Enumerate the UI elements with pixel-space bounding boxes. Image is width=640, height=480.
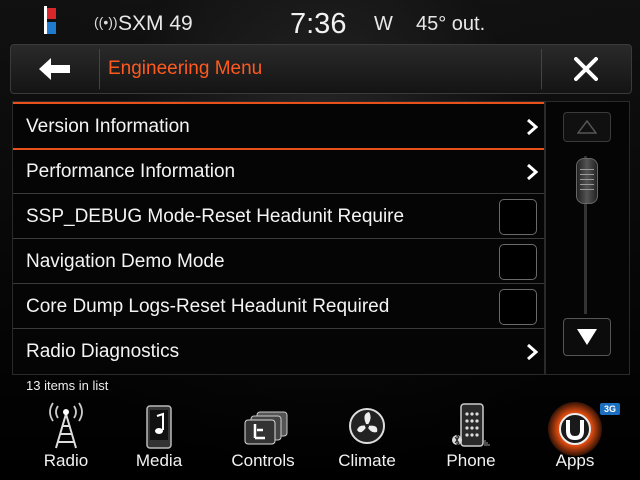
list-item-core-dump-logs[interactable]: Core Dump Logs-Reset Headunit Required	[13, 284, 544, 329]
close-button[interactable]	[542, 45, 631, 93]
dock-controls[interactable]: Controls	[215, 396, 311, 480]
climate-fan-icon	[349, 408, 385, 444]
scroll-down-button[interactable]	[563, 318, 611, 356]
list-item-ssp-debug-mode[interactable]: SSP_DEBUG Mode-Reset Headunit Require	[13, 194, 544, 239]
radio-tower-icon	[49, 402, 83, 449]
flag-icon	[44, 6, 56, 34]
list-item-navigation-demo-mode[interactable]: Navigation Demo Mode	[13, 239, 544, 284]
bottom-dock: Radio Media Controls Climate Phone Apps	[0, 396, 640, 480]
apps-3g-badge: 3G	[600, 403, 620, 415]
phone-keypad-icon	[452, 403, 490, 447]
dock-label: Climate	[338, 451, 396, 470]
dock-media[interactable]: Media	[111, 396, 207, 480]
ssp-debug-checkbox[interactable]	[499, 199, 537, 235]
close-icon	[574, 57, 598, 81]
list-item-performance-information[interactable]: Performance Information	[13, 149, 544, 194]
title-bar: Engineering Menu	[10, 44, 632, 94]
dock-climate[interactable]: Climate	[319, 396, 415, 480]
dock-phone[interactable]: Phone	[423, 396, 519, 480]
navigation-demo-checkbox[interactable]	[499, 244, 537, 280]
scroll-up-button[interactable]	[563, 112, 611, 142]
back-arrow-icon	[39, 58, 70, 80]
dock-label: Controls	[231, 451, 295, 470]
controls-seat-icon	[244, 411, 288, 445]
chevron-right-icon	[527, 163, 538, 181]
apps-uconnect-icon	[559, 413, 591, 445]
compass-heading: W	[374, 13, 393, 35]
scrollbar[interactable]	[545, 101, 630, 375]
chevron-right-icon	[527, 343, 538, 361]
station-label: SXM 49	[118, 12, 193, 35]
clock: 7:36	[290, 8, 347, 40]
core-dump-checkbox[interactable]	[499, 289, 537, 325]
divider	[99, 49, 100, 89]
list-item-label: SSP_DEBUG Mode-Reset Headunit Require	[26, 206, 405, 227]
back-button[interactable]	[11, 45, 99, 93]
scroll-thumb[interactable]	[576, 158, 598, 204]
status-bar: ((•)) SXM 49 7:36 W 45° out.	[0, 0, 640, 46]
dock-label: Media	[135, 451, 183, 470]
item-count: 13 items in list	[26, 378, 109, 393]
dock-label: Radio	[43, 451, 89, 470]
list-item-label: Core Dump Logs-Reset Headunit Required	[26, 296, 390, 317]
list-item-label: Radio Diagnostics	[26, 341, 180, 362]
radio-signal-icon: ((•))	[94, 14, 118, 30]
media-music-icon	[146, 405, 172, 449]
list-item-radio-diagnostics[interactable]: Radio Diagnostics	[13, 329, 544, 373]
outside-temperature: 45° out.	[416, 13, 486, 35]
list-item-label: Navigation Demo Mode	[26, 251, 225, 272]
dock-label: Phone	[446, 451, 496, 470]
list-item-version-information[interactable]: Version Information	[13, 102, 544, 150]
list-item-label: Version Information	[26, 116, 190, 137]
list-item-label: Performance Information	[26, 161, 236, 182]
menu-list: Version Information Performance Informat…	[12, 101, 545, 375]
arrow-down-icon	[577, 329, 597, 345]
arrow-up-icon	[577, 120, 597, 134]
dock-radio[interactable]: Radio	[18, 396, 114, 480]
chevron-right-icon	[527, 118, 538, 136]
page-title: Engineering Menu	[108, 58, 263, 79]
